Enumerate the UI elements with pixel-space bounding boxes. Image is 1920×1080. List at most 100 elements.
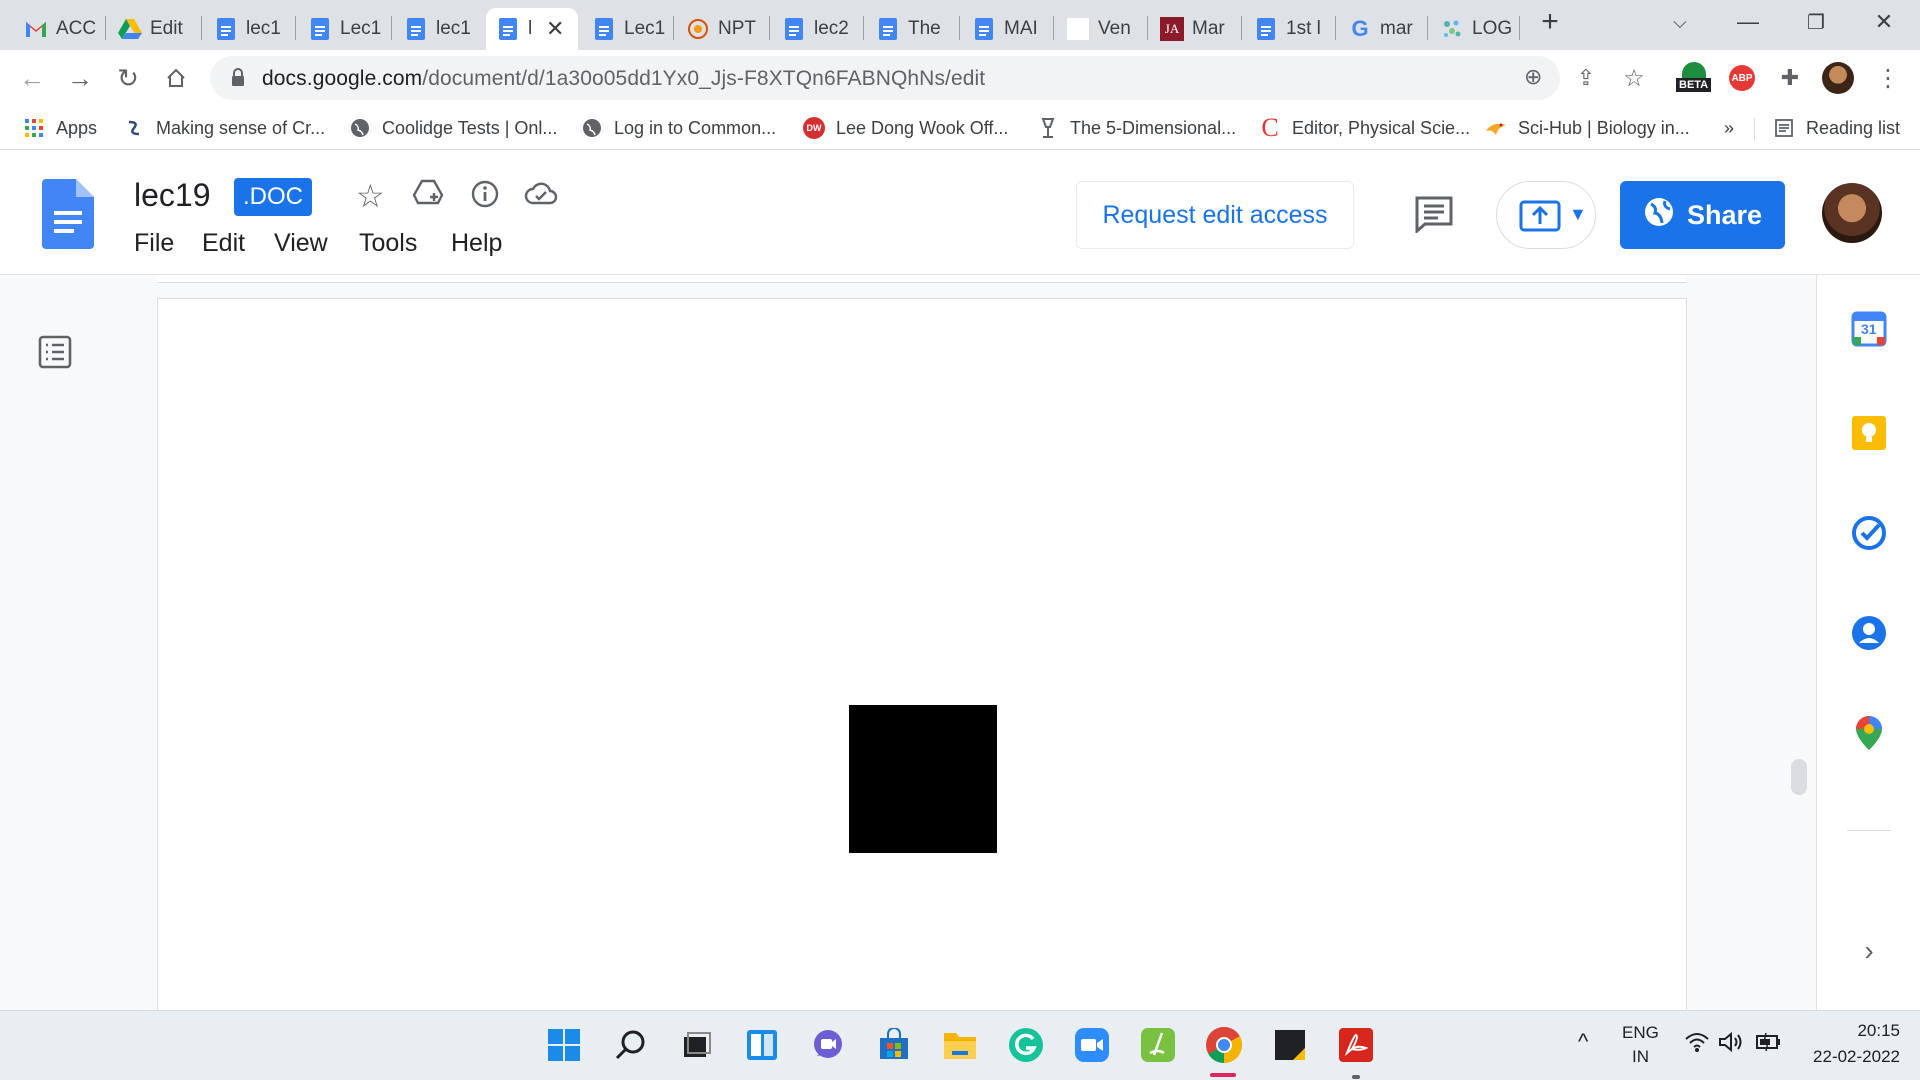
forward-icon[interactable]: → — [62, 60, 98, 96]
task-view-icon[interactable] — [676, 1025, 716, 1065]
bookmark-apps[interactable]: Apps — [22, 114, 97, 142]
battery-icon[interactable] — [1754, 1031, 1782, 1058]
move-to-drive-icon[interactable] — [412, 179, 444, 212]
keep-icon[interactable] — [1851, 415, 1887, 451]
bookmark-item[interactable]: Coolidge Tests | Onl... — [348, 114, 557, 142]
bookmark-item[interactable]: DW Lee Dong Wook Off... — [802, 114, 1008, 142]
browser-tab[interactable]: Lec1 — [298, 8, 392, 50]
browser-tab[interactable]: Lec1 — [582, 8, 674, 50]
volume-icon[interactable] — [1718, 1031, 1746, 1058]
adobe-acrobat-icon[interactable] — [1336, 1025, 1376, 1065]
black-square-image[interactable] — [849, 705, 997, 853]
sticky-notes-icon[interactable] — [1270, 1025, 1310, 1065]
browser-tab-active[interactable]: l ✕ — [486, 8, 578, 50]
document-outline-icon[interactable] — [38, 335, 72, 374]
menu-file[interactable]: File — [134, 229, 174, 258]
comments-icon[interactable] — [1414, 195, 1454, 238]
docs-icon — [876, 17, 900, 41]
chevron-right-icon[interactable]: › — [1851, 933, 1887, 969]
extension-beta-icon[interactable]: BETA — [1676, 60, 1712, 96]
widgets-icon[interactable] — [742, 1025, 782, 1065]
wifi-icon[interactable] — [1684, 1031, 1710, 1058]
address-bar[interactable]: docs.google.com/document/d/1a30o05dd1Yx0… — [210, 56, 1560, 100]
bookmark-item[interactable]: Sci-Hub | Biology in... — [1484, 114, 1690, 142]
menu-view[interactable]: View — [274, 229, 328, 258]
input-language[interactable]: ENG — [1622, 1023, 1659, 1043]
docs-logo-icon[interactable] — [42, 179, 94, 254]
browser-tab[interactable]: MAI — [962, 8, 1054, 50]
close-window-button[interactable]: ✕ — [1854, 6, 1914, 38]
restore-button[interactable]: ❐ — [1786, 6, 1846, 38]
share-page-icon[interactable]: ⇪ — [1568, 60, 1604, 96]
menu-edit[interactable]: Edit — [202, 229, 245, 258]
browser-tab[interactable]: G mar — [1338, 8, 1428, 50]
browser-tab[interactable]: NPT — [676, 8, 770, 50]
share-button[interactable]: Share — [1620, 181, 1785, 249]
menu-help[interactable]: Help — [451, 229, 502, 258]
chrome-active-indicator — [1210, 1073, 1236, 1077]
input-region[interactable]: IN — [1632, 1047, 1649, 1067]
bookmark-star-icon[interactable]: ☆ — [1616, 60, 1652, 96]
close-tab-icon[interactable]: ✕ — [546, 16, 564, 42]
lock-icon[interactable] — [230, 68, 246, 93]
search-icon[interactable] — [610, 1025, 650, 1065]
browser-tab[interactable]: LOG — [1430, 8, 1520, 50]
microsoft-store-icon[interactable] — [874, 1025, 914, 1065]
profile-avatar[interactable] — [1820, 60, 1856, 96]
browser-tab[interactable]: lec1 — [204, 8, 296, 50]
menu-tools[interactable]: Tools — [359, 229, 417, 258]
docs-header: lec19 .DOC ☆ File Edit View Tools Help R… — [0, 151, 1920, 275]
file-explorer-icon[interactable] — [940, 1025, 980, 1065]
zoom-app-icon[interactable] — [1072, 1025, 1112, 1065]
tasks-icon[interactable] — [1851, 515, 1887, 551]
tab-title: NPT — [718, 18, 756, 39]
windows-taskbar: ^ ENG IN 20:15 22-02-2022 — [0, 1010, 1920, 1080]
more-bookmarks-button[interactable]: » — [1724, 114, 1734, 142]
browser-tab[interactable]: Ven — [1056, 8, 1148, 50]
document-title[interactable]: lec19 — [134, 177, 211, 214]
show-hidden-icons-chevron-up-icon[interactable]: ^ — [1578, 1029, 1588, 1055]
browser-tab[interactable]: 1st l — [1244, 8, 1336, 50]
calendar-icon[interactable]: 31 — [1851, 311, 1887, 347]
document-page — [157, 298, 1687, 1010]
browser-tab[interactable]: Edit — [108, 8, 202, 50]
url-text[interactable]: docs.google.com/document/d/1a30o05dd1Yx0… — [262, 67, 985, 91]
present-dropdown-button[interactable]: ▼ — [1496, 181, 1596, 249]
browser-tab[interactable]: The — [866, 8, 960, 50]
chrome-icon[interactable] — [1204, 1025, 1244, 1065]
windows-start-icon[interactable] — [544, 1025, 584, 1065]
browser-tab[interactable]: lec2 — [772, 8, 864, 50]
home-icon[interactable] — [158, 60, 194, 96]
new-tab-button[interactable]: + — [1520, 5, 1580, 38]
maps-icon[interactable] — [1851, 715, 1887, 751]
browser-tab[interactable]: JA Mar — [1150, 8, 1242, 50]
bookmark-item[interactable]: The 5-Dimensional... — [1036, 114, 1236, 142]
extensions-puzzle-icon[interactable]: ✚ — [1772, 60, 1808, 96]
contacts-icon[interactable] — [1851, 615, 1887, 651]
cloud-status-icon[interactable] — [524, 181, 558, 212]
browser-tab[interactable]: lec1 — [394, 8, 484, 50]
reading-list-button[interactable]: Reading list — [1772, 114, 1900, 142]
zoom-icon[interactable]: ⊕ — [1524, 64, 1542, 90]
chat-icon[interactable] — [808, 1025, 848, 1065]
vertical-scrollbar-thumb[interactable] — [1791, 759, 1807, 795]
tab-search-chevron-down-icon[interactable]: ⌵ — [1650, 6, 1710, 38]
user-avatar[interactable] — [1822, 183, 1882, 243]
browser-menu-icon[interactable]: ⋮ — [1870, 60, 1906, 96]
minimize-button[interactable]: — — [1718, 6, 1778, 38]
request-edit-access-button[interactable]: Request edit access — [1076, 181, 1354, 249]
bookmark-item[interactable]: C Editor, Physical Scie... — [1258, 113, 1470, 142]
tab-title: Mar — [1192, 18, 1225, 39]
clock-date[interactable]: 22-02-2022 — [1800, 1047, 1900, 1067]
evernote-icon[interactable] — [1138, 1025, 1178, 1065]
bookmark-item[interactable]: Making sense of Cr... — [122, 114, 325, 142]
clock-time[interactable]: 20:15 — [1800, 1021, 1900, 1041]
browser-tab[interactable]: ACC — [14, 8, 106, 50]
grammarly-icon[interactable] — [1006, 1025, 1046, 1065]
adblock-icon[interactable]: ABP — [1724, 60, 1760, 96]
back-icon[interactable]: ← — [14, 60, 50, 96]
reload-icon[interactable]: ↻ — [110, 60, 146, 96]
star-icon[interactable]: ☆ — [356, 177, 385, 215]
document-details-info-icon[interactable] — [470, 179, 500, 214]
bookmark-item[interactable]: Log in to Common... — [580, 114, 776, 142]
